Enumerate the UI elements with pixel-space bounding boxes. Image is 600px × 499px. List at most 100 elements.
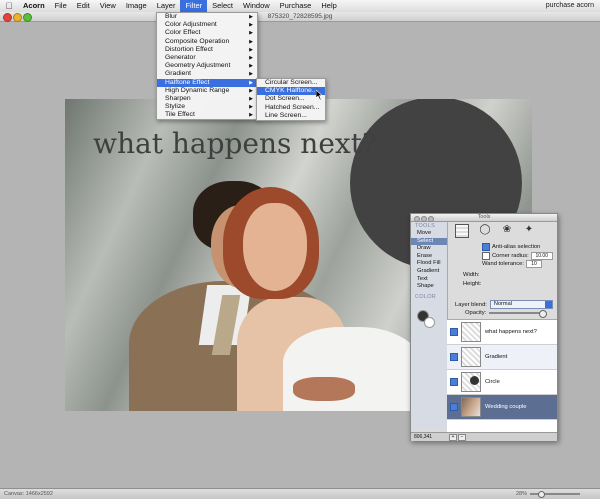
bride-face	[243, 203, 307, 291]
menu-layer[interactable]: Layer	[152, 0, 181, 12]
submenu-arrow-icon: ▶	[249, 14, 253, 20]
tools-sidebar: TOOLS Move Select Draw Erase Flood Fill …	[411, 222, 448, 430]
menu-item-dot-screen[interactable]: Dot Screen...	[257, 95, 325, 103]
menu-view[interactable]: View	[95, 0, 121, 12]
tool-move[interactable]: Move	[411, 230, 447, 238]
opacity-slider[interactable]	[489, 309, 548, 318]
remove-layer-button[interactable]: −	[458, 434, 466, 441]
layer-name: Circle	[485, 379, 500, 385]
submenu-arrow-icon: ▶	[249, 104, 253, 111]
cursor-coordinates: 806,341	[414, 434, 433, 440]
menu-item-halftone-effect[interactable]: Halftone Effect ▶	[157, 78, 257, 87]
submenu-arrow-icon: ▶	[249, 63, 253, 70]
menu-item-stylize[interactable]: Stylize ▶	[157, 103, 257, 111]
menu-purchase[interactable]: Purchase	[275, 0, 317, 12]
color-header: COLOR	[415, 293, 437, 300]
submenu-arrow-icon: ▶	[249, 95, 253, 102]
zoom-slider-knob[interactable]	[538, 491, 545, 498]
tool-flood-fill[interactable]: Flood Fill	[411, 260, 447, 268]
zoom-slider[interactable]	[530, 491, 580, 498]
menu-item-tile-effect[interactable]: Tile Effect ▶	[157, 111, 257, 119]
layer-visibility-checkbox[interactable]	[450, 353, 458, 361]
layers-list: what happens next? Gradient Circle Weddi…	[447, 319, 557, 433]
layer-blend-label: Layer blend:	[455, 301, 487, 308]
headline-text-layer[interactable]: what happens next?	[93, 127, 377, 160]
tool-select[interactable]: Select	[411, 237, 447, 246]
submenu-arrow-icon: ▶	[249, 54, 253, 61]
menu-item-blur[interactable]: Blur ▶	[157, 13, 257, 21]
purchase-link[interactable]: purchase acorn	[546, 0, 594, 12]
apple-icon[interactable]: 	[0, 1, 18, 11]
magic-wand-icon[interactable]: ✦	[523, 224, 535, 236]
menu-image[interactable]: Image	[121, 0, 152, 12]
antialias-label: Anti-alias selection	[492, 244, 541, 250]
layer-blend-row: Layer blend: Normal	[455, 300, 553, 309]
tools-header: TOOLS	[415, 223, 436, 229]
menu-item-high-dynamic-range[interactable]: High Dynamic Range ▶	[157, 87, 257, 95]
menu-item-sharpen[interactable]: Sharpen ▶	[157, 95, 257, 103]
tool-draw[interactable]: Draw	[411, 245, 447, 253]
status-bar: Canvas: 1466x2592 28%	[0, 488, 600, 499]
layer-thumbnail	[461, 347, 481, 367]
menu-item-generator[interactable]: Generator ▶	[157, 54, 257, 62]
tool-gradient[interactable]: Gradient	[411, 268, 447, 276]
background-color-well[interactable]	[424, 317, 435, 328]
oval-select-icon[interactable]: ◯	[479, 224, 491, 236]
menu-window[interactable]: Window	[238, 0, 275, 12]
tool-shape[interactable]: Shape	[411, 283, 447, 291]
menu-app[interactable]: Acorn	[18, 0, 50, 12]
menu-help[interactable]: Help	[316, 0, 341, 12]
menu-item-distortion-effect[interactable]: Distortion Effect ▶	[157, 46, 257, 54]
menu-item-hatched-screen[interactable]: Hatched Screen...	[257, 104, 325, 112]
corner-radius-checkbox[interactable]	[482, 251, 490, 260]
menu-item-circular-screen[interactable]: Circular Screen...	[257, 79, 325, 87]
wand-tolerance-field[interactable]: 10	[526, 260, 542, 269]
add-layer-button[interactable]: +	[449, 434, 457, 441]
tools-title: Tools	[477, 214, 491, 220]
layer-row[interactable]: what happens next?	[447, 320, 557, 345]
layer-visibility-checkbox[interactable]	[450, 328, 458, 336]
selection-mode-icons: ◯ ❀ ✦	[455, 224, 535, 238]
rect-select-icon[interactable]	[455, 224, 469, 238]
antialias-option[interactable]: Anti-alias selection	[482, 243, 553, 252]
layer-blend-select[interactable]: Normal	[489, 300, 553, 309]
layer-row[interactable]: Gradient	[447, 345, 557, 370]
submenu-arrow-icon: ▶	[249, 30, 253, 37]
menu-edit[interactable]: Edit	[72, 0, 95, 12]
menu-item-cmyk-halftone[interactable]: CMYK Halftone...	[257, 87, 325, 96]
select-options: Anti-alias selection Corner radius: 10.0…	[482, 243, 553, 269]
tool-erase[interactable]: Erase	[411, 253, 447, 261]
submenu-arrow-icon: ▶	[249, 71, 253, 78]
layer-row[interactable]: Wedding couple	[447, 395, 557, 420]
document-title: 875320_72828595.jpg	[267, 13, 333, 20]
layer-name: Gradient	[485, 354, 508, 360]
corner-radius-field[interactable]: 10.00	[530, 251, 553, 260]
layer-thumbnail	[461, 322, 481, 342]
tool-text[interactable]: Text	[411, 276, 447, 284]
corner-radius-option[interactable]: Corner radius: 10.00	[482, 251, 553, 261]
opacity-label: Opacity:	[465, 310, 487, 316]
menu-item-gradient[interactable]: Gradient ▶	[157, 70, 257, 78]
layer-visibility-checkbox[interactable]	[450, 378, 458, 386]
menu-file[interactable]: File	[50, 0, 72, 12]
menu-item-color-effect[interactable]: Color Effect ▶	[157, 29, 257, 37]
menu-filter[interactable]: Filter	[180, 0, 208, 12]
corner-radius-label: Corner radius:	[492, 252, 529, 259]
menu-item-composite-operation[interactable]: Composite Operation ▶	[157, 38, 257, 46]
opacity-slider-knob[interactable]	[539, 309, 548, 318]
menu-item-geometry-adjustment[interactable]: Geometry Adjustment ▶	[157, 62, 257, 70]
antialias-checkbox[interactable]	[482, 243, 490, 252]
width-label: Width:	[463, 272, 480, 278]
tools-titlebar[interactable]: Tools	[411, 214, 557, 222]
submenu-arrow-icon: ▶	[249, 79, 253, 86]
layer-visibility-checkbox[interactable]	[450, 403, 458, 411]
layer-thumbnail	[461, 372, 481, 392]
wand-tolerance-option: Wand tolerance: 10	[482, 260, 553, 269]
menu-item-line-screen[interactable]: Line Screen...	[257, 112, 325, 120]
menu-select[interactable]: Select	[207, 0, 238, 12]
menu-item-color-adjustment[interactable]: Color Adjustment ▶	[157, 21, 257, 29]
lasso-icon[interactable]: ❀	[501, 224, 513, 236]
submenu-arrow-icon: ▶	[249, 38, 253, 45]
groom-hand	[293, 377, 355, 401]
layer-row[interactable]: Circle	[447, 370, 557, 395]
